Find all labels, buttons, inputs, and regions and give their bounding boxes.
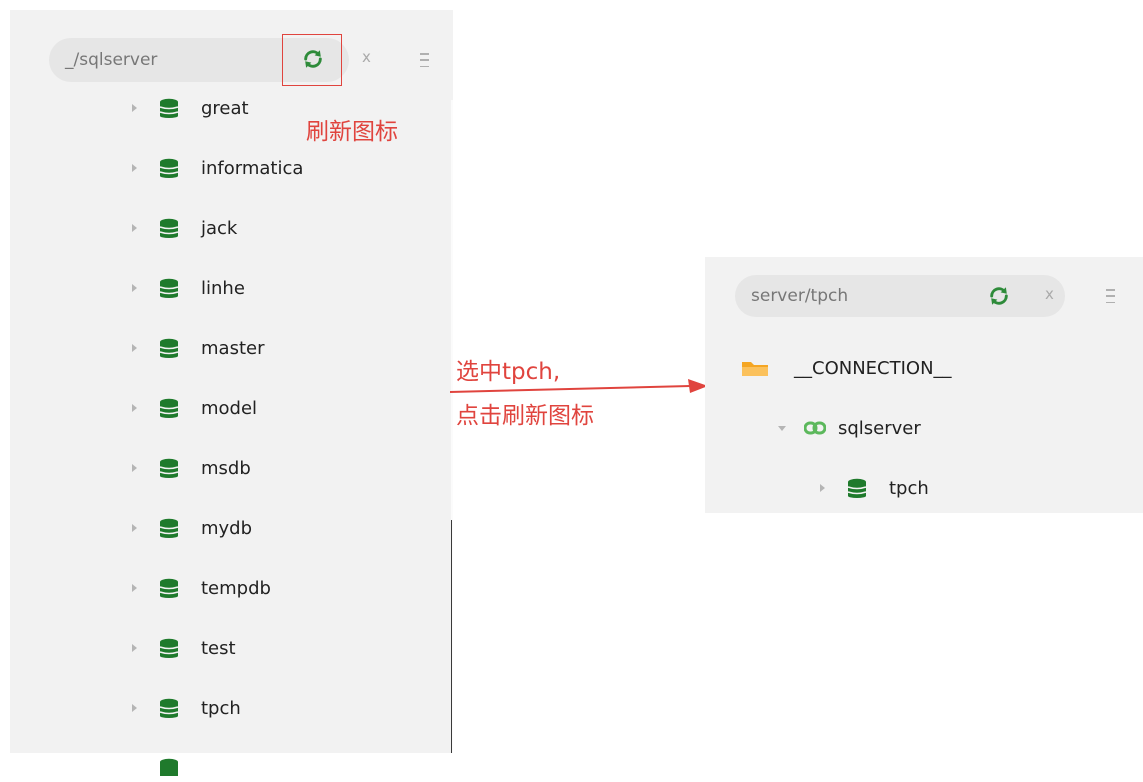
tree-item-tpch[interactable]: tpch [820,474,929,502]
tree-item-label: informatica [201,157,304,179]
database-icon [159,218,179,238]
database-icon [159,98,179,118]
tree-item-label: __CONNECTION__ [794,357,952,379]
step-annotation-line2: 点击刷新图标 [456,403,594,429]
database-icon [159,638,179,658]
path-search-input-right[interactable]: server/tpch [735,275,1065,317]
expand-caret-icon[interactable] [132,644,137,652]
menu-icon[interactable] [1106,289,1115,303]
tree-item-database[interactable]: informatica [132,154,303,182]
expand-caret-icon[interactable] [132,104,137,112]
tree-item-database[interactable]: great [132,94,249,122]
expand-caret-icon[interactable] [820,484,825,492]
tree-item-label: jack [201,217,238,239]
tree-item-label: tempdb [201,577,271,599]
refresh-annotation: 刷新图标 [306,119,398,145]
refresh-icon[interactable] [988,285,1010,307]
tree-item-database[interactable]: msdb [132,454,251,482]
tree-item-database[interactable]: tpch [132,694,241,722]
database-icon [159,398,179,418]
tree-item-database-partial[interactable] [132,754,201,782]
tree-item-label: mydb [201,517,253,539]
tree-item-connection[interactable]: __CONNECTION__ [740,354,952,382]
tree-item-database[interactable]: tempdb [132,574,271,602]
tree-item-label: test [201,637,236,659]
folder-icon [742,362,768,376]
database-icon [159,338,179,358]
expand-caret-icon[interactable] [132,584,137,592]
tree-item-database[interactable]: master [132,334,264,362]
expand-caret-icon[interactable] [132,224,137,232]
expand-caret-icon[interactable] [132,524,137,532]
database-icon [159,698,179,718]
database-icon [159,158,179,178]
tree-item-sqlserver[interactable]: sqlserver [778,414,921,442]
tree-item-label: tpch [201,697,241,719]
expand-caret-icon[interactable] [132,404,137,412]
tree-item-label: linhe [201,277,245,299]
tree-item-database[interactable]: mydb [132,514,252,542]
tree-item-label: tpch [889,477,929,499]
tree-item-label: model [201,397,258,419]
tree-item-label: sqlserver [838,417,921,439]
tree-item-database[interactable]: linhe [132,274,245,302]
expand-caret-icon[interactable] [132,164,137,172]
database-icon [159,518,179,538]
tree-item-label: great [201,97,249,119]
tree-item-database[interactable]: jack [132,214,237,242]
link-icon [804,421,826,435]
clear-search-button[interactable]: x [362,48,371,66]
database-icon [160,758,178,776]
menu-icon[interactable] [420,53,429,67]
tree-item-database[interactable]: model [132,394,257,422]
expand-caret-icon[interactable] [132,284,137,292]
arrow-icon [450,379,708,393]
tree-item-database[interactable]: test [132,634,236,662]
clear-search-button-right[interactable]: x [1045,285,1054,303]
database-icon [159,458,179,478]
tree-item-label: msdb [201,457,251,479]
database-icon [159,278,179,298]
path-search-value: _/sqlserver [65,50,158,70]
expand-caret-icon[interactable] [132,464,137,472]
database-icon [847,478,867,498]
refresh-icon[interactable] [302,48,324,70]
database-icon [159,578,179,598]
expand-caret-icon[interactable] [778,425,786,431]
expand-caret-icon[interactable] [132,704,137,712]
expand-caret-icon[interactable] [132,344,137,352]
tree-item-label: master [201,337,265,359]
path-search-value-right: server/tpch [751,286,849,306]
scrollbar-track[interactable] [451,520,452,753]
